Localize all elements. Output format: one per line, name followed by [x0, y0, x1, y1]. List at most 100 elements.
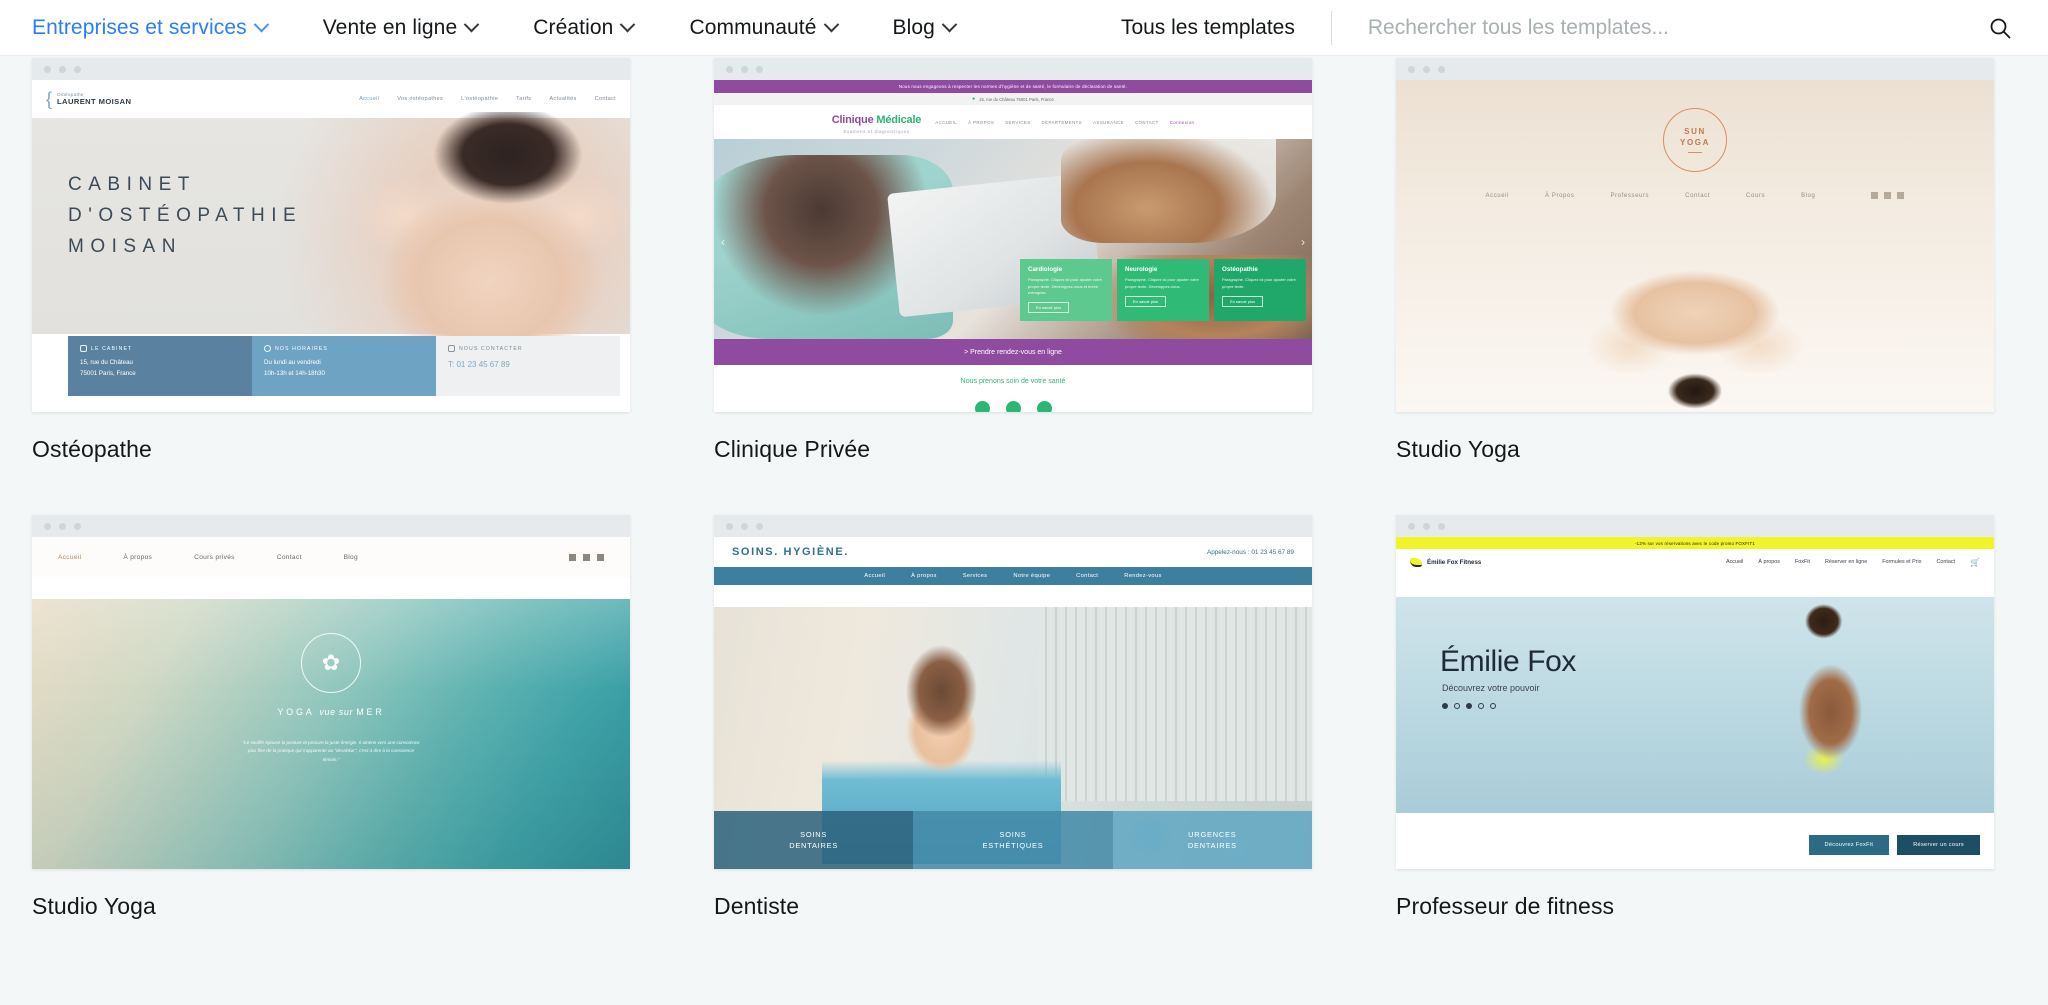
nav-item-creation[interactable]: Création	[533, 16, 636, 40]
service-card-neurologie: Neurologie Paragraphe. Cliquez ici pour …	[1117, 259, 1209, 321]
template-card-professeur-de-fitness[interactable]: -12% sur vos réservations avec le code p…	[1396, 515, 2048, 920]
preview-navbar: SOINS. HYGIÈNE. Appelez-nous : 01 23 45 …	[714, 537, 1312, 567]
preview-headline: Émilie Fox	[1440, 645, 1577, 678]
preview-nav-link: Accueil	[359, 96, 380, 102]
preview-service-tiles: SOINS DENTAIRES SOINS ESTHÉTIQUES URGENC…	[714, 811, 1312, 869]
preview-site: -12% sur vos réservations avec le code p…	[1396, 537, 1994, 869]
preview-navbar: Clinique Médicale Examens et diagnostiqu…	[714, 105, 1312, 139]
template-card-title[interactable]: Professeur de fitness	[1396, 893, 2048, 920]
heartbeat-icon	[974, 401, 990, 412]
info-box-line: 10h-13h et 14h-18h30	[264, 370, 325, 378]
preview-site: SUN YOGA Accueil À Propos Professeurs Co…	[1396, 80, 1994, 412]
template-card-title[interactable]: Dentiste	[714, 893, 1312, 920]
announcement-text: Nous nous engageons à respecter les norm…	[898, 84, 1128, 89]
carousel-dot-icon	[1478, 703, 1484, 709]
chrome-dot-icon	[1408, 65, 1415, 73]
template-card-dentiste[interactable]: SOINS. HYGIÈNE. Appelez-nous : 01 23 45 …	[714, 515, 1396, 920]
preview-nav-links: Accueil À Propos Professeurs Contact Cou…	[1396, 192, 1994, 199]
search-icon[interactable]	[1988, 16, 2012, 40]
template-grid: { Ostéopathe LAURENT MOISAN Accueil Vos …	[0, 56, 2048, 1005]
service-card-title: Ostéopathie	[1222, 266, 1258, 274]
preview-nav-link: À PROPOS	[968, 119, 995, 125]
chrome-dot-icon	[756, 522, 763, 530]
service-card-body: Paragraphe. Cliquez ici pour ajouter vot…	[1028, 277, 1102, 295]
service-card-body: Paragraphe. Cliquez ici pour ajouter vot…	[1125, 277, 1199, 289]
preview-navbar: Émilie Fox Fitness Accueil À propos FoxF…	[1396, 549, 1994, 575]
nav-item-label: Communauté	[689, 15, 817, 39]
service-tile-soins-dentaires: SOINS DENTAIRES	[714, 811, 914, 869]
nav-item-blog[interactable]: Blog	[893, 16, 958, 40]
preview-nav-link: Rendez-vous	[1124, 573, 1162, 579]
preview-hero: CABINET D'OSTÉOPATHIE MOISAN LE CABINET …	[32, 112, 630, 396]
carousel-prev-icon: ‹	[721, 235, 725, 249]
info-box-cabinet: LE CABINET 15, rue du Château 75001 Pari…	[68, 336, 252, 396]
template-card-studio-yoga-mer[interactable]: Accueil À propos Cours privés Contact Bl…	[32, 515, 714, 920]
tooth-icon	[1005, 401, 1021, 412]
browser-chrome	[32, 515, 630, 537]
template-card-title[interactable]: Clinique Privée	[714, 436, 1312, 463]
template-thumbnail[interactable]: SUN YOGA Accueil À Propos Professeurs Co…	[1396, 58, 1994, 412]
service-card-body: Paragraphe. Cliquez ici pour ajouter vot…	[1222, 277, 1296, 289]
preview-nav-link: Contact	[276, 553, 302, 561]
preview-subheadline: Découvrez votre pouvoir	[1442, 683, 1540, 693]
brand-part-b: Médicale	[876, 114, 922, 126]
chrome-dot-icon	[1423, 522, 1430, 530]
service-tile-urgences-dentaires: URGENCES DENTAIRES	[1112, 811, 1312, 869]
preview-nav-link: Professeurs	[1610, 192, 1650, 199]
template-card-studio-yoga-sun[interactable]: SUN YOGA Accueil À Propos Professeurs Co…	[1396, 58, 2048, 463]
template-thumbnail[interactable]: Nous nous engageons à respecter les norm…	[714, 58, 1312, 412]
cta-button-reserver: Réserver un cours	[1897, 835, 1980, 855]
service-card-cardiologie: Cardiologie Paragraphe. Cliquez ici pour…	[1020, 259, 1112, 321]
social-icons	[1871, 192, 1905, 199]
preview-address-bar: ● 15, rue du Château 75001 Paris, France	[714, 93, 1312, 105]
preview-nav-link: Accueil	[864, 573, 886, 579]
preview-promo-bar: -12% sur vos réservations avec le code p…	[1396, 537, 1994, 549]
template-card-title[interactable]: Studio Yoga	[1396, 436, 2048, 463]
template-row: Accueil À propos Cours privés Contact Bl…	[32, 515, 2016, 920]
service-card-title: Neurologie	[1125, 266, 1158, 274]
browser-chrome	[1396, 515, 1994, 537]
template-thumbnail[interactable]: Accueil À propos Cours privés Contact Bl…	[32, 515, 630, 869]
nav-divider	[1330, 10, 1332, 45]
preview-nav-link: Blog	[1801, 192, 1816, 199]
carousel-next-icon: ›	[1301, 235, 1305, 249]
template-card-title[interactable]: Studio Yoga	[32, 893, 630, 920]
preview-site: Accueil À propos Cours privés Contact Bl…	[32, 537, 630, 869]
service-card-button: En savoir plus	[1222, 295, 1264, 307]
preview-nav-link: SERVICES	[1005, 119, 1031, 125]
all-templates-link[interactable]: Tous les templates	[1121, 16, 1295, 40]
template-card-clinique-privee[interactable]: Nous nous engageons à respecter les norm…	[714, 58, 1396, 463]
mail-icon	[448, 345, 455, 352]
preview-nav-link: Actualités	[549, 96, 577, 102]
headline-part-b: vue sur	[319, 707, 357, 717]
preview-logo: Émilie Fox Fitness	[1410, 557, 1481, 567]
hero-photo	[1060, 139, 1277, 243]
nav-item-entreprises-et-services[interactable]: Entreprises et services	[32, 16, 269, 40]
nav-item-communaute[interactable]: Communauté	[689, 15, 839, 40]
footer-tagline: Nous prenons soin de votre santé	[960, 378, 1066, 385]
chrome-dot-icon	[1408, 522, 1415, 530]
chrome-dot-icon	[741, 522, 748, 530]
info-box-line: 75001 Paris, France	[80, 370, 136, 378]
search-input[interactable]	[1367, 15, 1976, 40]
template-thumbnail[interactable]: { Ostéopathe LAURENT MOISAN Accueil Vos …	[32, 58, 630, 412]
template-thumbnail[interactable]: SOINS. HYGIÈNE. Appelez-nous : 01 23 45 …	[714, 515, 1312, 869]
template-thumbnail[interactable]: -12% sur vos réservations avec le code p…	[1396, 515, 1994, 869]
preview-nav-link: DÉPARTEMENTS	[1041, 119, 1083, 125]
nav-item-label: Vente en ligne	[322, 15, 458, 39]
nav-item-vente-en-ligne[interactable]: Vente en ligne	[322, 15, 480, 40]
preview-nav-links: Accueil Vos ostéopathes L'ostéopathie Ta…	[359, 96, 616, 102]
preview-navbar: Accueil À propos Cours privés Contact Bl…	[32, 537, 630, 577]
preview-nav-link: L'ostéopathie	[461, 96, 499, 102]
preview-footer: Nous prenons soin de votre santé	[714, 365, 1312, 412]
preview-nav-link: Notre équipe	[1013, 573, 1051, 579]
service-card-osteopathie: Ostéopathie Paragraphe. Cliquez ici pour…	[1214, 259, 1306, 321]
preview-logo: Clinique Médicale Examens et diagnostiqu…	[832, 110, 922, 134]
template-card-osteopathe[interactable]: { Ostéopathe LAURENT MOISAN Accueil Vos …	[32, 58, 714, 463]
headline-part-c: MER	[356, 707, 385, 717]
spine-icon: {	[46, 89, 53, 109]
preview-service-cards: Cardiologie Paragraphe. Cliquez ici pour…	[1020, 259, 1306, 321]
template-card-title[interactable]: Ostéopathe	[32, 436, 630, 463]
social-icons	[569, 553, 604, 561]
info-box-title: NOS HORAIRES	[275, 345, 328, 352]
